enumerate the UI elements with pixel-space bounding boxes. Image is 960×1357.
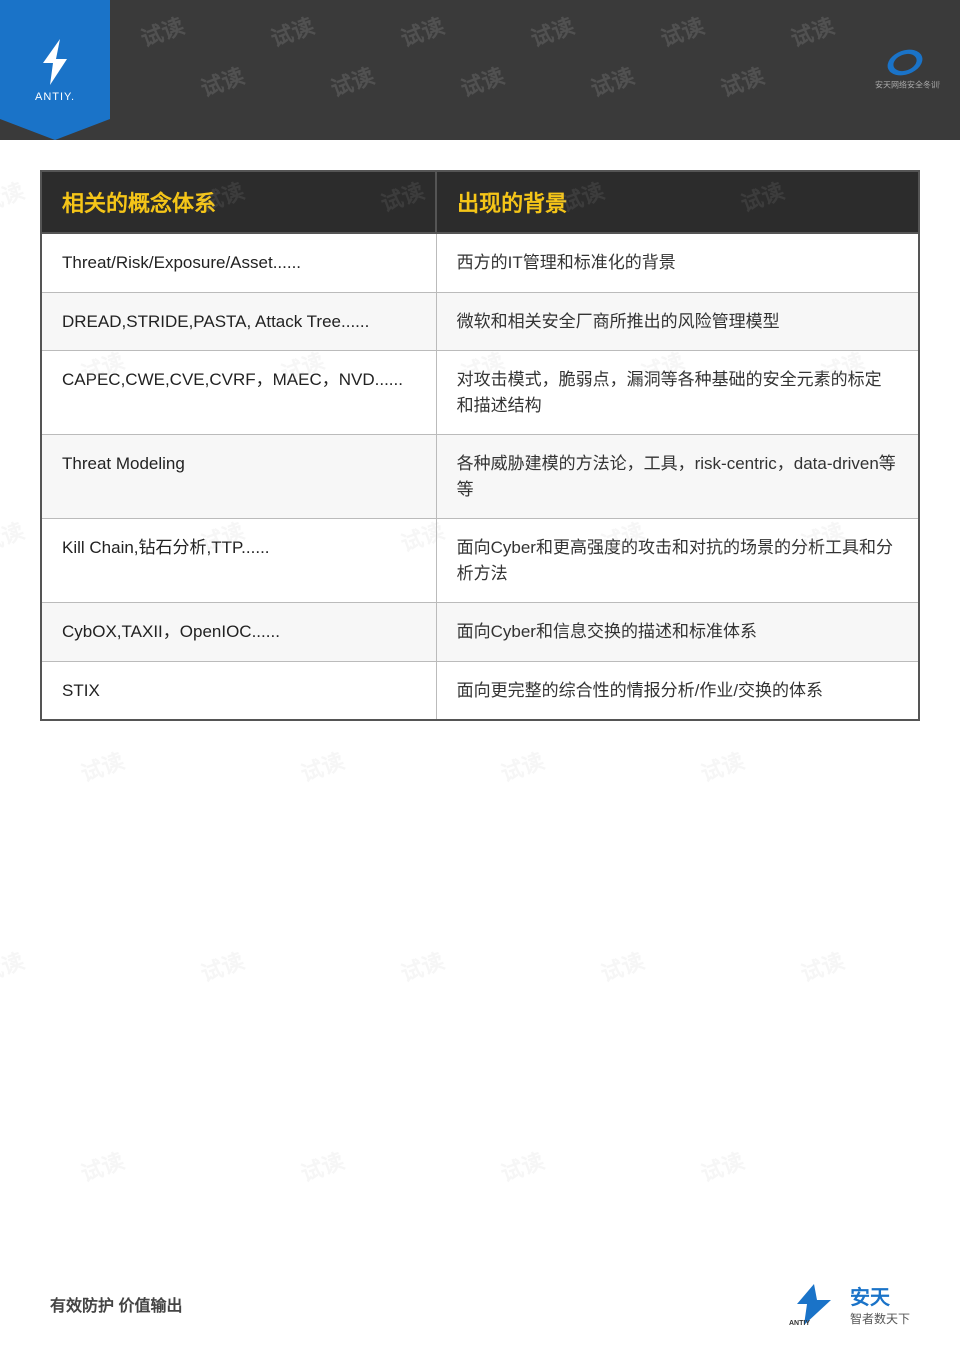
table-row: CAPEC,CWE,CVE,CVRF，MAEC，NVD......对攻击模式，脆… xyxy=(41,351,919,435)
footer: 有效防护 价值输出 ANTIY 安天 智者数天下 xyxy=(0,1281,960,1327)
svg-text:安天网络安全冬训营第四期: 安天网络安全冬训营第四期 xyxy=(875,80,940,90)
logo-text: ANTIY. xyxy=(35,91,75,103)
header-right-brand: 安天网络安全冬训营第四期 xyxy=(870,43,940,98)
footer-brand-sub: 智者数天下 xyxy=(850,1310,910,1327)
watermark: 试读 xyxy=(456,58,508,103)
header-watermark-area: 试读 试读 试读 试读 试读 试读 试读 试读 试读 试读 试读 xyxy=(110,0,960,140)
page-wrapper: ANTIY. 试读 试读 试读 试读 试读 试读 试读 试读 试读 试读 试读 xyxy=(0,0,960,1357)
table-cell-left: DREAD,STRIDE,PASTA, Attack Tree...... xyxy=(41,292,436,351)
col2-header: 出现的背景 xyxy=(436,171,919,233)
body-watermark: 试读 xyxy=(0,943,28,988)
watermark: 试读 xyxy=(396,8,448,53)
svg-text:ANTIY: ANTIY xyxy=(789,1320,810,1327)
table-header-row: 相关的概念体系 出现的背景 xyxy=(41,171,919,233)
table-cell-left: CAPEC,CWE,CVE,CVRF，MAEC，NVD...... xyxy=(41,351,436,435)
body-watermark: 试读 xyxy=(696,1143,748,1188)
table-row: STIX面向更完整的综合性的情报分析/作业/交换的体系 xyxy=(41,661,919,720)
body-watermark: 试读 xyxy=(296,1143,348,1188)
table-cell-right: 面向Cyber和更高强度的攻击和对抗的场景的分析工具和分析方法 xyxy=(436,519,919,603)
table-row: Threat/Risk/Exposure/Asset......西方的IT管理和… xyxy=(41,233,919,292)
footer-brand-texts: 安天 智者数天下 xyxy=(850,1281,910,1327)
body-watermark: 试读 xyxy=(396,943,448,988)
main-content: 相关的概念体系 出现的背景 Threat/Risk/Exposure/Asset… xyxy=(0,140,960,751)
footer-brand: ANTIY 安天 智者数天下 xyxy=(787,1281,910,1327)
footer-left-text: 有效防护 价值输出 xyxy=(50,1292,182,1316)
watermark: 试读 xyxy=(266,8,318,53)
logo-box: ANTIY. xyxy=(0,0,110,140)
table-cell-left: Kill Chain,钻石分析,TTP...... xyxy=(41,519,436,603)
header: ANTIY. 试读 试读 试读 试读 试读 试读 试读 试读 试读 试读 试读 xyxy=(0,0,960,140)
table-cell-left: Threat/Risk/Exposure/Asset...... xyxy=(41,233,436,292)
watermark: 试读 xyxy=(196,58,248,103)
watermark: 试读 xyxy=(526,8,578,53)
body-watermark: 试读 xyxy=(196,943,248,988)
watermark: 试读 xyxy=(586,58,638,103)
body-watermark: 试读 xyxy=(496,1143,548,1188)
watermark: 试读 xyxy=(716,58,768,103)
table-cell-right: 对攻击模式，脆弱点，漏洞等各种基础的安全元素的标定和描述结构 xyxy=(436,351,919,435)
header-brand-icon: 安天网络安全冬训营第四期 xyxy=(870,43,940,98)
body-watermark: 试读 xyxy=(796,943,848,988)
watermark: 试读 xyxy=(656,8,708,53)
watermark: 试读 xyxy=(136,8,188,53)
watermark: 试读 xyxy=(326,58,378,103)
footer-logo-icon: ANTIY xyxy=(787,1282,842,1327)
table-row: DREAD,STRIDE,PASTA, Attack Tree......微软和… xyxy=(41,292,919,351)
table-cell-right: 各种威胁建模的方法论，工具，risk-centric，data-driven等等 xyxy=(436,435,919,519)
table-cell-right: 面向Cyber和信息交换的描述和标准体系 xyxy=(436,603,919,662)
logo-icon xyxy=(35,37,75,87)
concept-table: 相关的概念体系 出现的背景 Threat/Risk/Exposure/Asset… xyxy=(40,170,920,721)
table-row: Kill Chain,钻石分析,TTP......面向Cyber和更高强度的攻击… xyxy=(41,519,919,603)
body-watermark: 试读 xyxy=(76,1143,128,1188)
table-cell-right: 微软和相关安全厂商所推出的风险管理模型 xyxy=(436,292,919,351)
table-cell-right: 面向更完整的综合性的情报分析/作业/交换的体系 xyxy=(436,661,919,720)
col1-header: 相关的概念体系 xyxy=(41,171,436,233)
table-row: CybOX,TAXII，OpenIOC......面向Cyber和信息交换的描述… xyxy=(41,603,919,662)
table-cell-left: STIX xyxy=(41,661,436,720)
table-cell-left: CybOX,TAXII，OpenIOC...... xyxy=(41,603,436,662)
table-cell-left: Threat Modeling xyxy=(41,435,436,519)
footer-brand-name: 安天 xyxy=(850,1281,910,1310)
body-watermark: 试读 xyxy=(596,943,648,988)
table-row: Threat Modeling各种威胁建模的方法论，工具，risk-centri… xyxy=(41,435,919,519)
watermark: 试读 xyxy=(786,8,838,53)
table-cell-right: 西方的IT管理和标准化的背景 xyxy=(436,233,919,292)
